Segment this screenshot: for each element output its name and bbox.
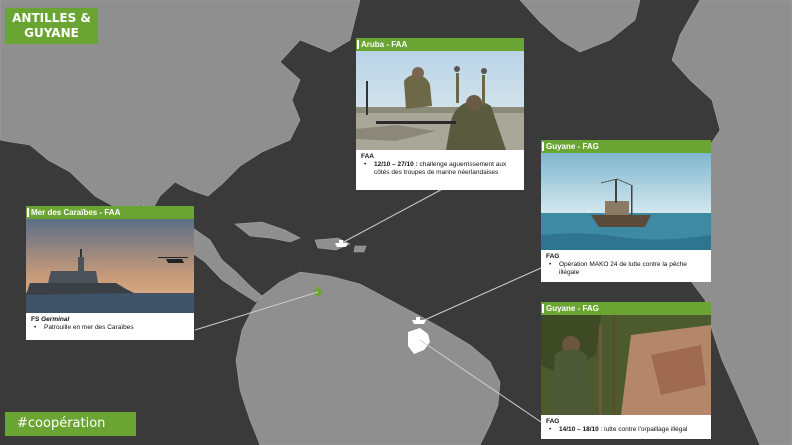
card-caraibes: Mer des Caraïbes - FAA FS Germinal • Pat… (26, 206, 194, 340)
card-body: FAA • 12/10 – 27/10 : challenge aguerris… (356, 150, 524, 179)
card-body: FAG • Opération MAKO 24 de lutte contre … (541, 250, 711, 279)
event-text: : lutte contre l'orpaillage illégal (598, 426, 688, 433)
card-unit: FAG (546, 253, 560, 260)
card-body: FAG • 14/10 – 18/10 : lutte contre l'orp… (541, 415, 711, 436)
list-item: • 12/10 – 27/10 : challenge aguerrisseme… (364, 161, 507, 176)
card-unit: FS Germinal (31, 316, 70, 323)
event-date: 12/10 – 27/10 : (374, 161, 418, 168)
card-guyane-peche: Guyane - FAG FAG • Opération MAKO 24 de … (541, 140, 711, 282)
photo-frigate-helicopter (26, 219, 194, 313)
event-text: Opération MAKO 24 de lutte contre la pêc… (559, 261, 687, 276)
card-header: Aruba - FAA (356, 38, 524, 51)
page-title: ANTILLES & GUYANE (5, 8, 98, 44)
hashtag-badge: #coopération (5, 412, 136, 436)
card-body: FS Germinal • Patrouille en mer des Cara… (26, 313, 194, 334)
card-aruba: Aruba - FAA FAA • 12/10 – 27/10: challe… (356, 38, 524, 190)
title-line-2: GUYANE (24, 26, 79, 40)
card-header: Guyane - FAG (541, 302, 711, 315)
list-item: • Patrouille en mer des Caraïbes (34, 324, 134, 331)
list-item: • Opération MAKO 24 de lutte contre la p… (546, 261, 706, 277)
card-unit: FAA (361, 153, 374, 160)
event-date: 14/10 – 18/10 (559, 426, 599, 433)
photo-jungle-soldiers (541, 315, 711, 415)
card-header: Guyane - FAG (541, 140, 711, 153)
card-header: Mer des Caraïbes - FAA (26, 206, 194, 219)
title-line-1: ANTILLES & (12, 11, 91, 25)
list-item: • 14/10 – 18/10 : lutte contre l'orpaill… (549, 426, 688, 433)
card-unit: FAG (546, 418, 560, 425)
photo-soldiers-sniper (356, 51, 524, 150)
event-text: Patrouille en mer des Caraïbes (44, 324, 134, 331)
card-guyane-orpaillage: Guyane - FAG FAG • 14/10 – 18/10 : lutte… (541, 302, 711, 439)
soldier-icon (316, 286, 320, 290)
photo-fishing-boat (541, 153, 711, 250)
